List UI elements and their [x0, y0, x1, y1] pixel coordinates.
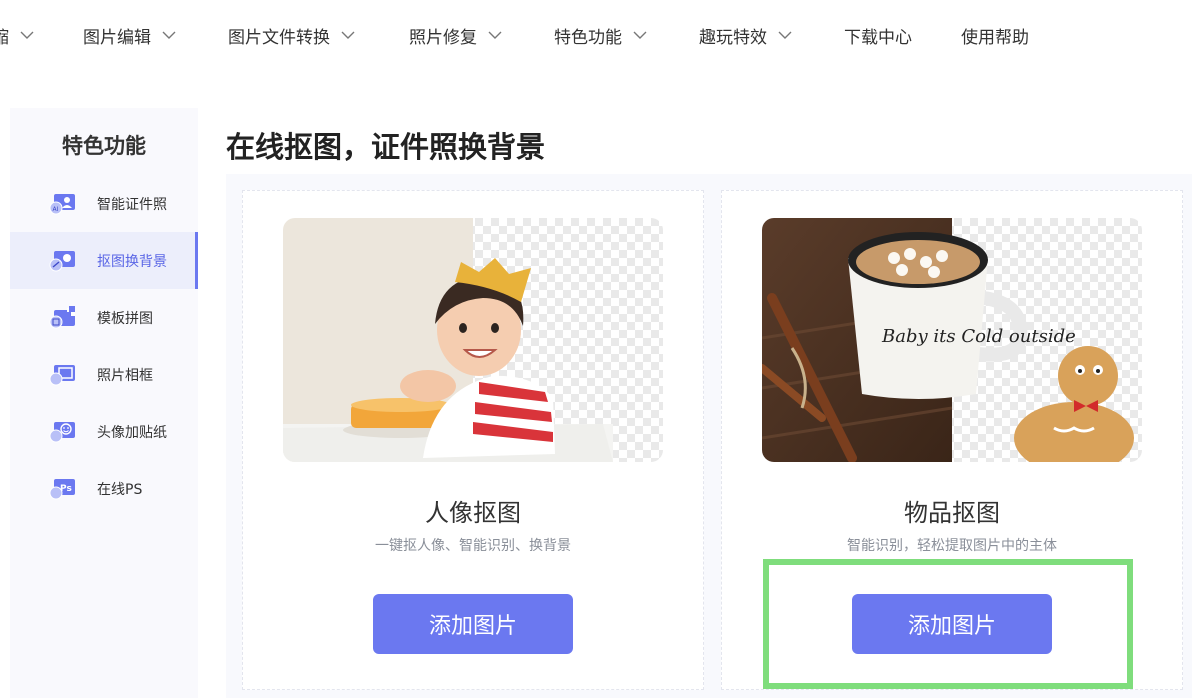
chevron-down-icon — [162, 31, 176, 39]
chevron-down-icon — [488, 31, 502, 39]
card-description: 智能识别，轻松提取图片中的主体 — [847, 538, 1057, 554]
nav-item-label: 特色功能 — [554, 27, 622, 48]
nav-item-label: 缩 — [0, 27, 9, 48]
id-photo-icon: AI — [49, 194, 75, 215]
mug-text: Baby its Cold outside — [881, 326, 1076, 347]
chevron-down-icon — [633, 31, 647, 39]
portrait-sample-image — [283, 218, 663, 462]
nav-item-label: 照片修复 — [409, 27, 477, 48]
nav-item-label: 图片编辑 — [83, 27, 151, 48]
sidebar-item-avatar-sticker[interactable]: 头像加贴纸 — [10, 403, 198, 460]
sidebar-item-label: 智能证件照 — [97, 197, 167, 213]
object-sample-image: Baby its Cold outside — [762, 218, 1142, 462]
nav-item-photo-repair[interactable]: 照片修复 — [409, 22, 503, 48]
sidebar-item-label: 在线PS — [97, 482, 143, 498]
sidebar-item-photo-frame[interactable]: 照片相框 — [10, 346, 198, 403]
nav-item-label: 趣玩特效 — [699, 27, 767, 48]
nav-item-download[interactable]: 下载中心 — [844, 22, 912, 48]
online-ps-icon: Ps — [49, 479, 75, 500]
top-nav: 缩 图片编辑 图片文件转换 照片修复 特色功能 趣玩特效 下载中心 使用帮助 — [0, 0, 1192, 70]
sidebar-item-id-photo[interactable]: AI 智能证件照 — [10, 175, 198, 232]
nav-item-help[interactable]: 使用帮助 — [961, 22, 1029, 48]
avatar-sticker-icon — [49, 422, 75, 443]
nav-item-fun-effects[interactable]: 趣玩特效 — [699, 22, 793, 48]
nav-item-label: 下载中心 — [844, 27, 912, 48]
sidebar-item-template-collage[interactable]: 模板拼图 — [10, 289, 198, 346]
sidebar-item-label: 抠图换背景 — [97, 254, 167, 270]
sidebar-item-online-ps[interactable]: Ps 在线PS — [10, 460, 198, 517]
nav-item-partial[interactable]: 缩 — [0, 22, 35, 48]
sidebar-item-label: 头像加贴纸 — [97, 425, 167, 441]
nav-item-label: 使用帮助 — [961, 27, 1029, 48]
sidebar-item-label: 模板拼图 — [97, 311, 153, 327]
card-title: 物品抠图 — [904, 499, 1000, 527]
sidebar: 特色功能 AI 智能证件照 抠图换背景 模板拼图 照片相框 头像加贴纸 Ps 在… — [10, 108, 198, 698]
chevron-down-icon — [20, 31, 34, 39]
chevron-down-icon — [341, 31, 355, 39]
template-collage-icon — [49, 306, 75, 329]
nav-item-file-convert[interactable]: 图片文件转换 — [228, 22, 356, 48]
highlight-box — [763, 559, 1133, 689]
card-description: 一键抠人像、智能识别、换背景 — [375, 538, 571, 554]
photo-frame-icon — [49, 365, 75, 386]
svg-text:AI: AI — [53, 206, 59, 213]
portrait-cutout-card: 人像抠图 一键抠人像、智能识别、换背景 添加图片 — [242, 190, 704, 690]
chevron-down-icon — [778, 31, 792, 39]
page-title: 在线抠图，证件照换背景 — [226, 130, 546, 164]
cutout-icon — [49, 251, 75, 272]
add-image-button[interactable]: 添加图片 — [373, 594, 573, 654]
sidebar-item-cutout[interactable]: 抠图换背景 — [10, 232, 198, 289]
card-title: 人像抠图 — [425, 499, 521, 527]
sidebar-item-label: 照片相框 — [97, 368, 153, 384]
nav-item-label: 图片文件转换 — [228, 27, 330, 48]
nav-item-image-edit[interactable]: 图片编辑 — [83, 22, 177, 48]
sidebar-title: 特色功能 — [62, 134, 146, 158]
nav-item-features[interactable]: 特色功能 — [554, 22, 648, 48]
